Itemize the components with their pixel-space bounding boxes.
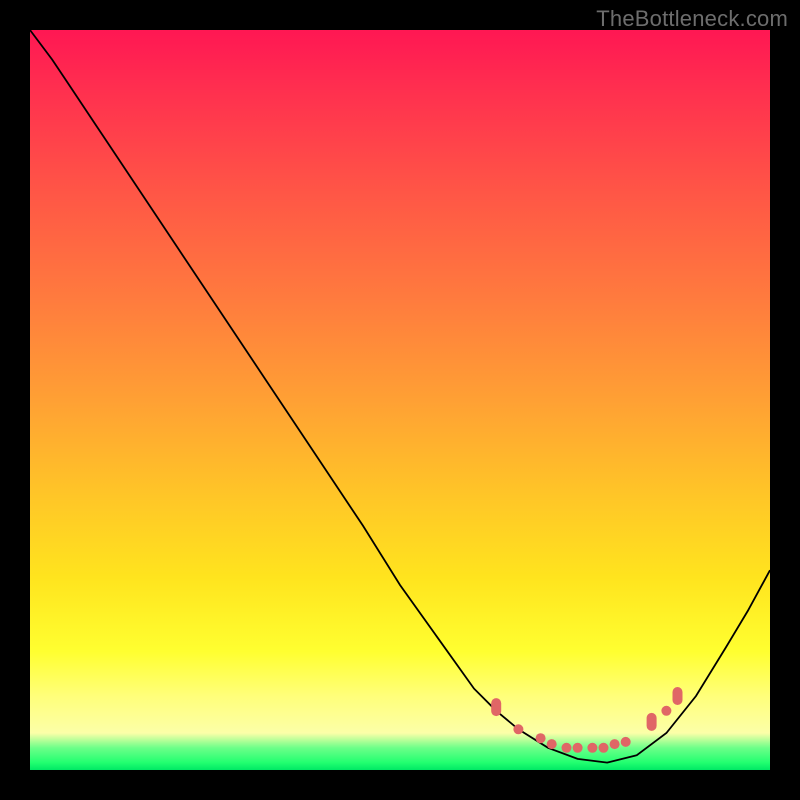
- marker-dot: [536, 733, 546, 743]
- watermark-text: TheBottleneck.com: [596, 6, 788, 32]
- marker-dot: [661, 706, 671, 716]
- marker-dot: [599, 743, 609, 753]
- marker-dot: [562, 743, 572, 753]
- marker-pill: [491, 698, 501, 716]
- marker-dot: [587, 743, 597, 753]
- plot-area: [30, 30, 770, 770]
- marker-dot: [610, 739, 620, 749]
- marker-dot: [573, 743, 583, 753]
- marker-dot: [547, 739, 557, 749]
- main-curve: [30, 30, 770, 763]
- marker-pill: [673, 687, 683, 705]
- marker-dot: [513, 724, 523, 734]
- marker-dot: [621, 737, 631, 747]
- chart-overlay: [30, 30, 770, 770]
- chart-frame: TheBottleneck.com: [0, 0, 800, 800]
- marker-pill: [647, 713, 657, 731]
